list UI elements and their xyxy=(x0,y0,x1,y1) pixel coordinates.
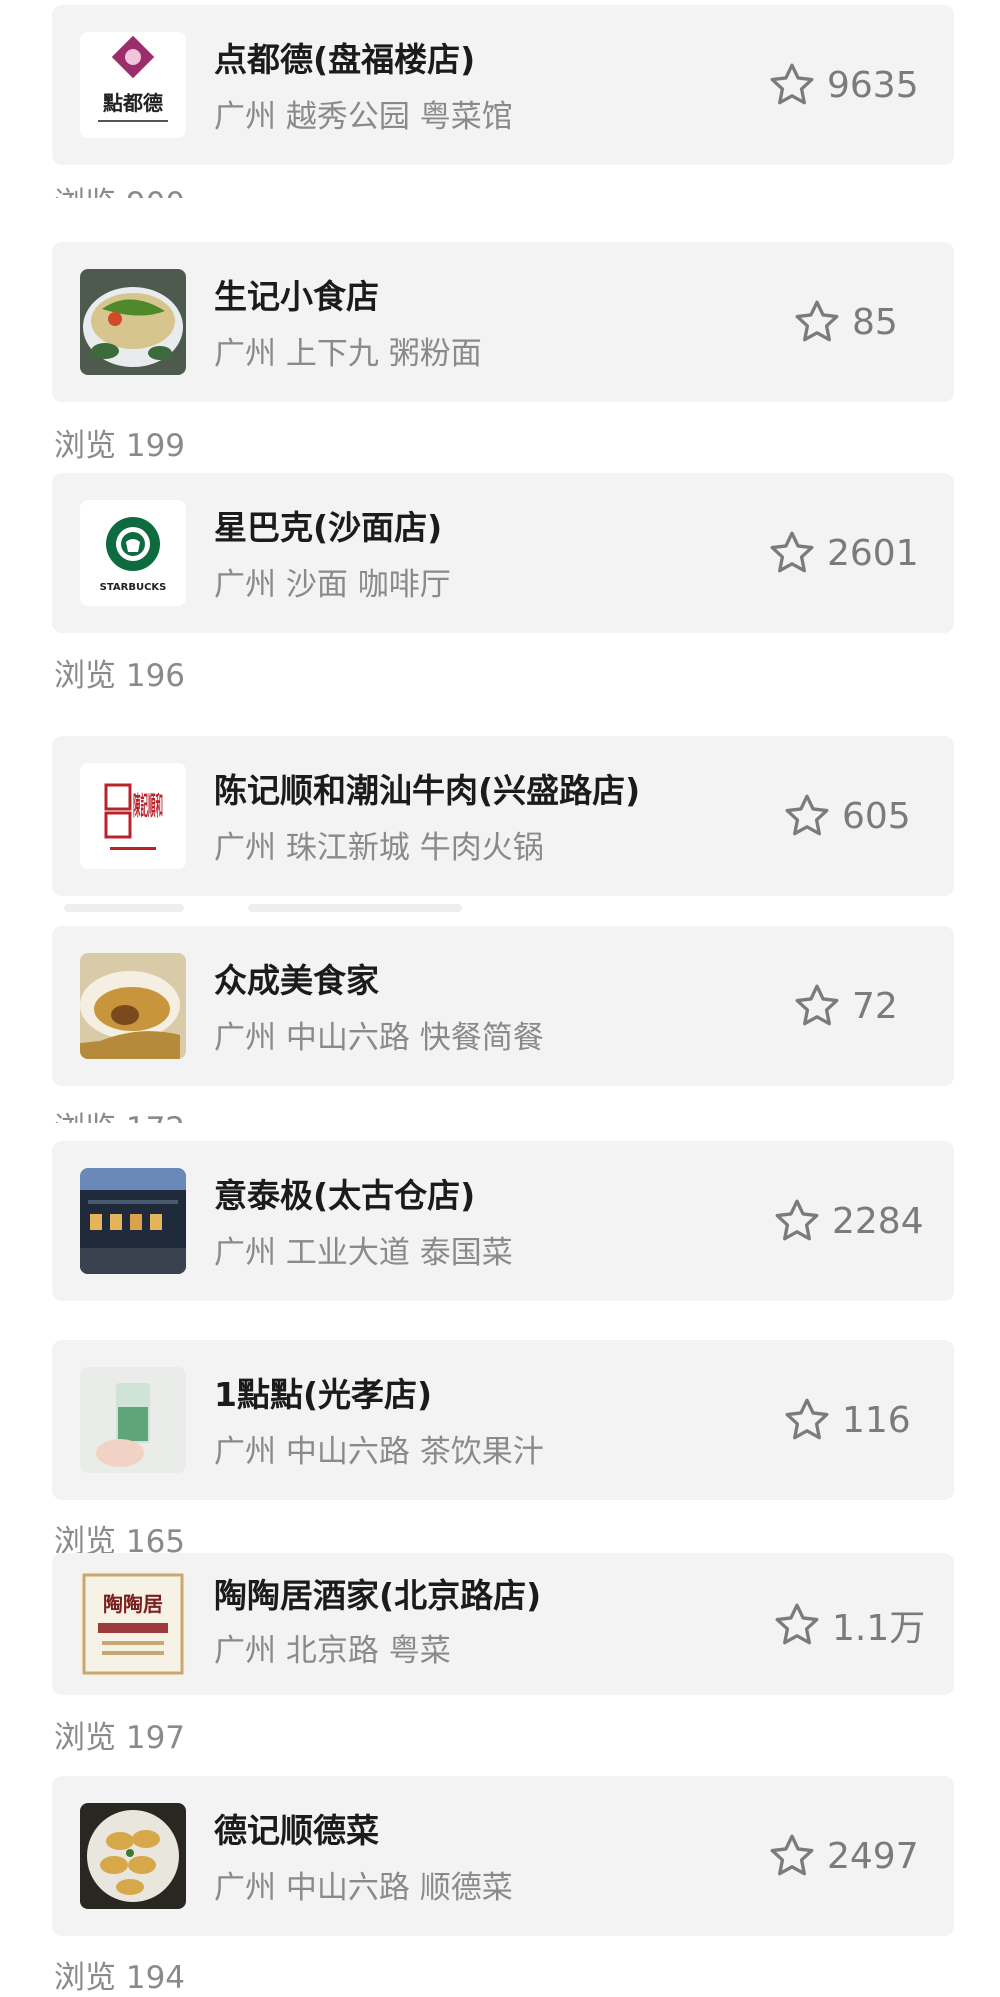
favorite-count: 2601 xyxy=(827,532,919,574)
favorite-button[interactable]: 116 xyxy=(782,1395,911,1445)
restaurant-meta: 广州 沙面 咖啡厅 xyxy=(214,567,451,603)
restaurant-card[interactable]: 陶陶居 陶陶居酒家(北京路店) 广州 北京路 粤菜 1.1万 xyxy=(52,1553,954,1695)
restaurant-name: 生记小食店 xyxy=(214,277,379,316)
restaurant-meta: 广州 上下九 粥粉面 xyxy=(214,336,482,372)
restaurant-name: 点都德(盘福楼店) xyxy=(214,40,476,79)
view-count: 浏览 197 xyxy=(54,1720,186,1756)
star-outline-icon xyxy=(785,794,829,836)
favorite-count: 2284 xyxy=(832,1200,924,1242)
view-count: 浏览 199 xyxy=(54,428,186,464)
favorite-count: 116 xyxy=(842,1399,911,1441)
favorite-count: 9635 xyxy=(827,64,919,106)
restaurant-card[interactable]: 德记顺德菜 广州 中山六路 顺德菜 2497 xyxy=(52,1776,954,1936)
favorite-button[interactable]: 9635 xyxy=(767,60,919,110)
logo-text: 點都德 xyxy=(103,91,163,115)
star-outline-icon xyxy=(795,984,839,1026)
restaurant-card[interactable]: 陳記順和 陈记顺和潮汕牛肉(兴盛路店) 广州 珠江新城 牛肉火锅 605 xyxy=(52,736,954,896)
divider xyxy=(248,904,462,912)
restaurant-meta: 广州 中山六路 快餐简餐 xyxy=(214,1020,544,1056)
restaurant-photo xyxy=(80,269,186,375)
favorite-count: 1.1万 xyxy=(832,1608,926,1649)
favorite-button[interactable]: 605 xyxy=(782,791,911,841)
restaurant-name: 陶陶居酒家(北京路店) xyxy=(214,1576,542,1615)
restaurant-name: 意泰极(太古仓店) xyxy=(214,1176,476,1215)
view-count: 浏览 194 xyxy=(54,1960,186,1996)
restaurant-card[interactable]: 點都德 点都德(盘福楼店) 广州 越秀公园 粤菜馆 9635 xyxy=(52,5,954,165)
favorite-count: 85 xyxy=(852,301,898,343)
favorite-count: 605 xyxy=(842,795,911,837)
restaurant-card[interactable]: 意泰极(太古仓店) 广州 工业大道 泰国菜 2284 xyxy=(52,1141,954,1301)
favorite-button[interactable]: 2601 xyxy=(767,528,919,578)
restaurant-card[interactable]: 生记小食店 广州 上下九 粥粉面 85 xyxy=(52,242,954,402)
restaurant-photo xyxy=(80,1168,186,1274)
favorite-button[interactable]: 2284 xyxy=(772,1196,924,1246)
restaurant-name: 1點點(光孝店) xyxy=(214,1375,433,1414)
favorite-button[interactable]: 72 xyxy=(792,981,898,1031)
star-outline-icon xyxy=(775,1603,819,1645)
star-outline-icon xyxy=(770,1834,814,1876)
restaurant-meta: 广州 珠江新城 牛肉火锅 xyxy=(214,830,544,866)
restaurant-name: 陈记顺和潮汕牛肉(兴盛路店) xyxy=(214,771,641,810)
restaurant-photo xyxy=(80,1367,186,1473)
restaurant-card[interactable]: STARBUCKS 星巴克(沙面店) 广州 沙面 咖啡厅 2601 xyxy=(52,473,954,633)
restaurant-logo: 陳記順和 xyxy=(80,763,186,869)
restaurant-meta: 广州 中山六路 茶饮果汁 xyxy=(214,1434,544,1470)
favorite-button[interactable]: 1.1万 xyxy=(772,1599,925,1651)
restaurant-photo xyxy=(80,953,186,1059)
restaurant-logo: STARBUCKS xyxy=(80,500,186,606)
restaurant-logo: 陶陶居 xyxy=(80,1571,186,1677)
view-count: 浏览 196 xyxy=(54,658,186,694)
logo-text: 陳記順和 xyxy=(133,791,163,822)
logo-text: STARBUCKS xyxy=(100,582,167,593)
restaurant-card[interactable]: 众成美食家 广州 中山六路 快餐简餐 72 xyxy=(52,926,954,1086)
restaurant-meta: 广州 北京路 粤菜 xyxy=(214,1633,451,1669)
favorite-count: 2497 xyxy=(827,1835,919,1877)
favorite-button[interactable]: 85 xyxy=(792,297,898,347)
restaurant-meta: 广州 中山六路 顺德菜 xyxy=(214,1870,513,1906)
star-outline-icon xyxy=(770,63,814,105)
restaurant-name: 星巴克(沙面店) xyxy=(214,508,443,547)
star-outline-icon xyxy=(770,531,814,573)
star-outline-icon xyxy=(785,1398,829,1440)
view-count: 浏览 172 xyxy=(54,1103,185,1123)
restaurant-meta: 广州 工业大道 泰国菜 xyxy=(214,1235,513,1271)
favorite-button[interactable]: 2497 xyxy=(767,1831,919,1881)
restaurant-name: 众成美食家 xyxy=(214,961,379,1000)
favorite-count: 72 xyxy=(852,985,898,1027)
restaurant-logo: 點都德 xyxy=(80,32,186,138)
restaurant-name: 德记顺德菜 xyxy=(214,1811,379,1850)
star-outline-icon xyxy=(775,1199,819,1241)
restaurant-meta: 广州 越秀公园 粤菜馆 xyxy=(214,99,513,135)
restaurant-card[interactable]: 1點點(光孝店) 广州 中山六路 茶饮果汁 116 xyxy=(52,1340,954,1500)
view-count: 浏览 900 xyxy=(54,178,185,198)
restaurant-photo xyxy=(80,1803,186,1909)
logo-text: 陶陶居 xyxy=(103,1592,163,1616)
star-outline-icon xyxy=(795,300,839,342)
divider xyxy=(64,904,184,912)
